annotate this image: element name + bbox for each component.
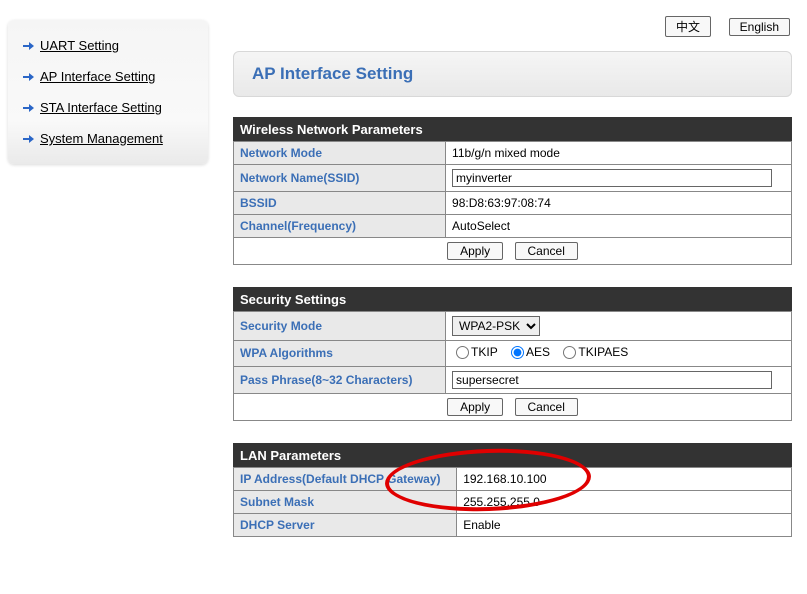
lang-english-button[interactable]: English	[729, 18, 790, 36]
arrow-right-icon	[22, 133, 34, 145]
lang-chinese-button[interactable]: 中文	[665, 16, 711, 37]
security-table: Security Settings Security Mode WPA2-PSK…	[233, 287, 792, 421]
arrow-right-icon	[22, 71, 34, 83]
algo-aes-radio[interactable]	[511, 346, 524, 359]
sidebar-link-label[interactable]: AP Interface Setting	[40, 69, 155, 84]
dhcp-server-label: DHCP Server	[234, 513, 457, 536]
arrow-right-icon	[22, 102, 34, 114]
wpa-algo-label: WPA Algorithms	[234, 341, 446, 367]
passphrase-input[interactable]	[452, 371, 772, 389]
security-header: Security Settings	[234, 288, 792, 312]
wireless-header: Wireless Network Parameters	[234, 118, 792, 142]
passphrase-label: Pass Phrase(8~32 Characters)	[234, 366, 446, 393]
lan-section: LAN Parameters IP Address(Default DHCP G…	[233, 443, 792, 537]
ip-address-label: IP Address(Default DHCP Gateway)	[234, 467, 457, 490]
network-mode-value: 11b/g/n mixed mode	[446, 142, 792, 165]
bssid-label: BSSID	[234, 192, 446, 215]
algo-tkipaes-radio[interactable]	[563, 346, 576, 359]
ssid-label: Network Name(SSID)	[234, 165, 446, 192]
lan-table: LAN Parameters IP Address(Default DHCP G…	[233, 443, 792, 537]
sidebar-link-label[interactable]: STA Interface Setting	[40, 100, 162, 115]
wireless-cancel-button[interactable]: Cancel	[515, 242, 578, 260]
wireless-apply-button[interactable]: Apply	[447, 242, 503, 260]
subnet-mask-value: 255.255.255.0	[457, 490, 792, 513]
channel-value: AutoSelect	[446, 215, 792, 238]
page-title-box: AP Interface Setting	[233, 51, 792, 97]
channel-label: Channel(Frequency)	[234, 215, 446, 238]
security-apply-button[interactable]: Apply	[447, 398, 503, 416]
ssid-input[interactable]	[452, 169, 772, 187]
page-title: AP Interface Setting	[252, 64, 413, 83]
main-content: 中文 English AP Interface Setting Wireless…	[208, 10, 807, 537]
lan-header: LAN Parameters	[234, 443, 792, 467]
sidebar-item-ap-interface[interactable]: AP Interface Setting	[18, 61, 198, 92]
sidebar-item-sta-interface[interactable]: STA Interface Setting	[18, 92, 198, 123]
algo-tkipaes-label[interactable]: TKIPAES	[559, 345, 628, 359]
sidebar-item-uart[interactable]: UART Setting	[18, 30, 198, 61]
algo-tkip-label[interactable]: TKIP	[452, 345, 498, 359]
algo-aes-label[interactable]: AES	[507, 345, 550, 359]
arrow-right-icon	[22, 40, 34, 52]
sidebar-link-label[interactable]: System Management	[40, 131, 163, 146]
dhcp-server-value: Enable	[457, 513, 792, 536]
bssid-value: 98:D8:63:97:08:74	[446, 192, 792, 215]
algo-tkip-radio[interactable]	[456, 346, 469, 359]
wireless-table: Wireless Network Parameters Network Mode…	[233, 117, 792, 265]
security-cancel-button[interactable]: Cancel	[515, 398, 578, 416]
sidebar: UART Setting AP Interface Setting STA In…	[8, 20, 208, 164]
subnet-mask-label: Subnet Mask	[234, 490, 457, 513]
network-mode-label: Network Mode	[234, 142, 446, 165]
language-buttons: 中文 English	[233, 10, 792, 51]
security-mode-label: Security Mode	[234, 312, 446, 341]
security-mode-select[interactable]: WPA2-PSK	[452, 316, 540, 336]
sidebar-item-system-management[interactable]: System Management	[18, 123, 198, 154]
ip-address-value: 192.168.10.100	[457, 467, 792, 490]
sidebar-link-label[interactable]: UART Setting	[40, 38, 119, 53]
